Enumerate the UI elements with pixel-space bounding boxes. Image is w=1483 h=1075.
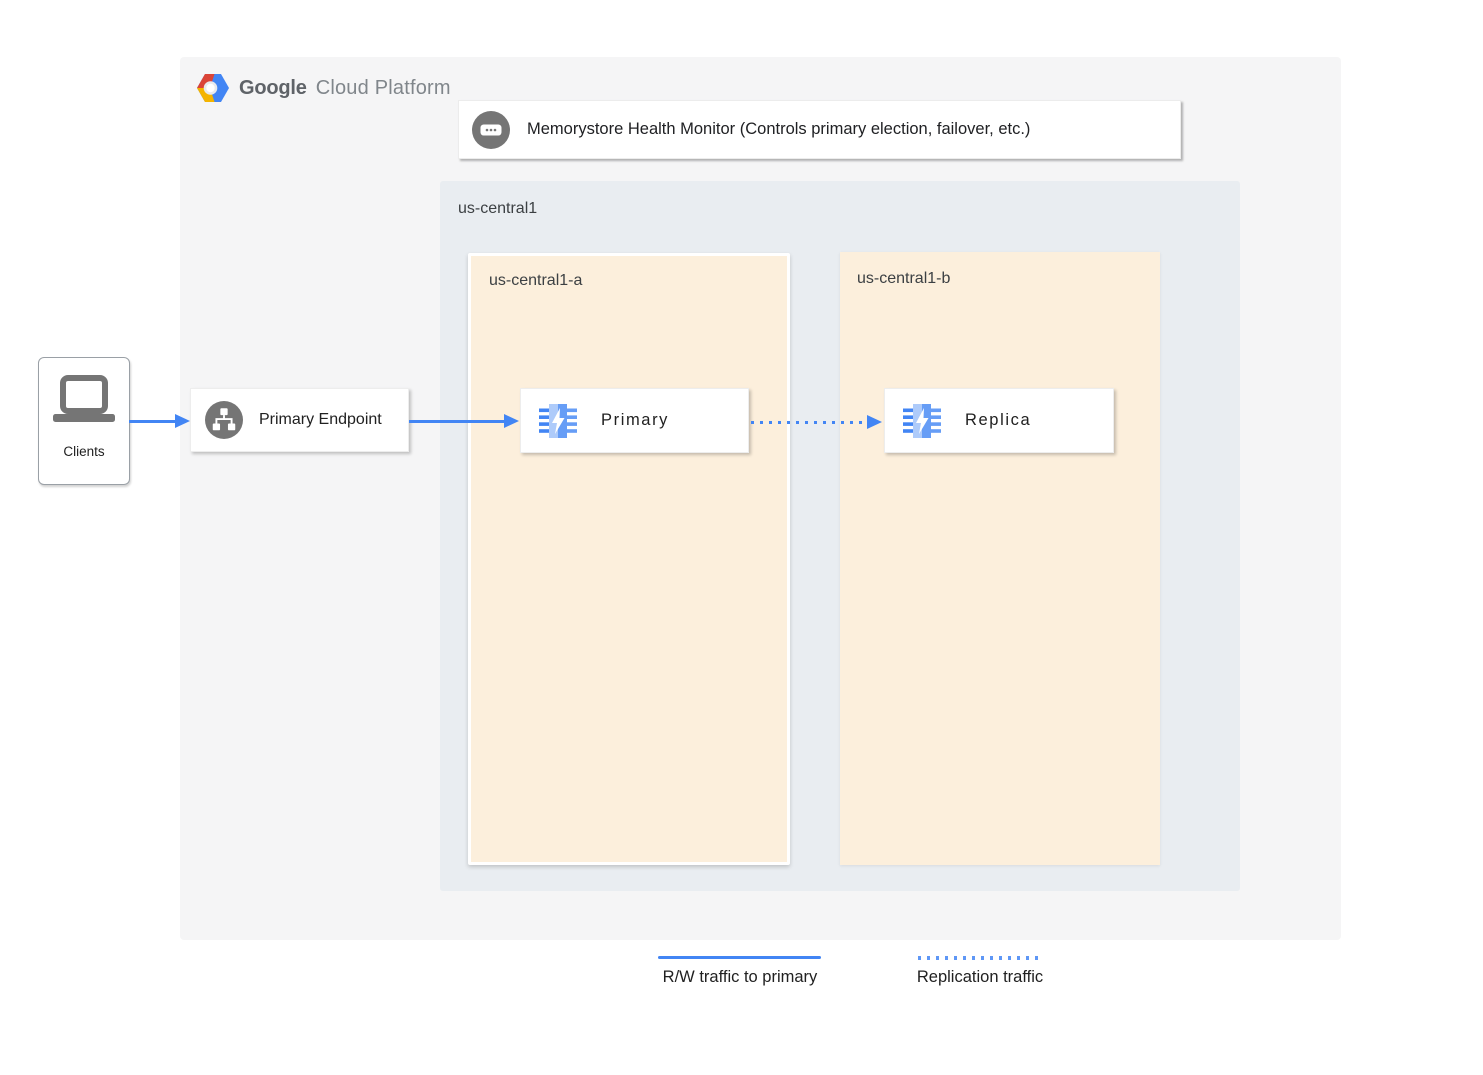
zone-us-central1-a <box>468 253 790 865</box>
gcp-logo-google-text: Google <box>239 77 307 100</box>
primary-node-box: Primary <box>520 388 749 453</box>
arrowhead-icon <box>504 414 519 428</box>
arrowhead-icon <box>867 415 882 429</box>
zone-us-central1-b <box>840 252 1160 865</box>
legend-dotted-line <box>918 956 1042 960</box>
arrowhead-icon <box>175 414 190 428</box>
gcp-logo-platform-text: Cloud Platform <box>316 77 451 100</box>
zone-b-label: us-central1-b <box>857 270 950 288</box>
memorystore-chip-icon <box>536 399 580 443</box>
legend-rw-label: R/W traffic to primary <box>620 968 860 987</box>
health-monitor-label: Memorystore Health Monitor (Controls pri… <box>527 120 1030 139</box>
clients-label: Clients <box>63 444 104 459</box>
clients-box: Clients <box>38 357 130 485</box>
primary-endpoint-box: Primary Endpoint <box>190 388 409 452</box>
network-endpoint-icon <box>205 401 243 439</box>
primary-node-label: Primary <box>601 411 669 430</box>
zone-a-label: us-central1-a <box>489 272 582 290</box>
diagram-canvas: Google Cloud Platform Memorystore Health… <box>0 0 1483 1075</box>
primary-endpoint-label: Primary Endpoint <box>259 411 382 429</box>
legend-replication-label: Replication traffic <box>860 968 1100 987</box>
region-label: us-central1 <box>458 200 537 218</box>
laptop-icon <box>52 375 116 429</box>
memorystore-monitor-icon <box>472 111 510 149</box>
legend-solid-line <box>658 956 821 959</box>
replica-node-label: Replica <box>965 411 1031 430</box>
gcp-hexagon-logo-icon <box>196 73 230 103</box>
replica-node-box: Replica <box>884 388 1114 453</box>
memorystore-chip-icon <box>900 399 944 443</box>
health-monitor-box: Memorystore Health Monitor (Controls pri… <box>458 100 1181 159</box>
gcp-logo: Google Cloud Platform <box>196 73 451 103</box>
